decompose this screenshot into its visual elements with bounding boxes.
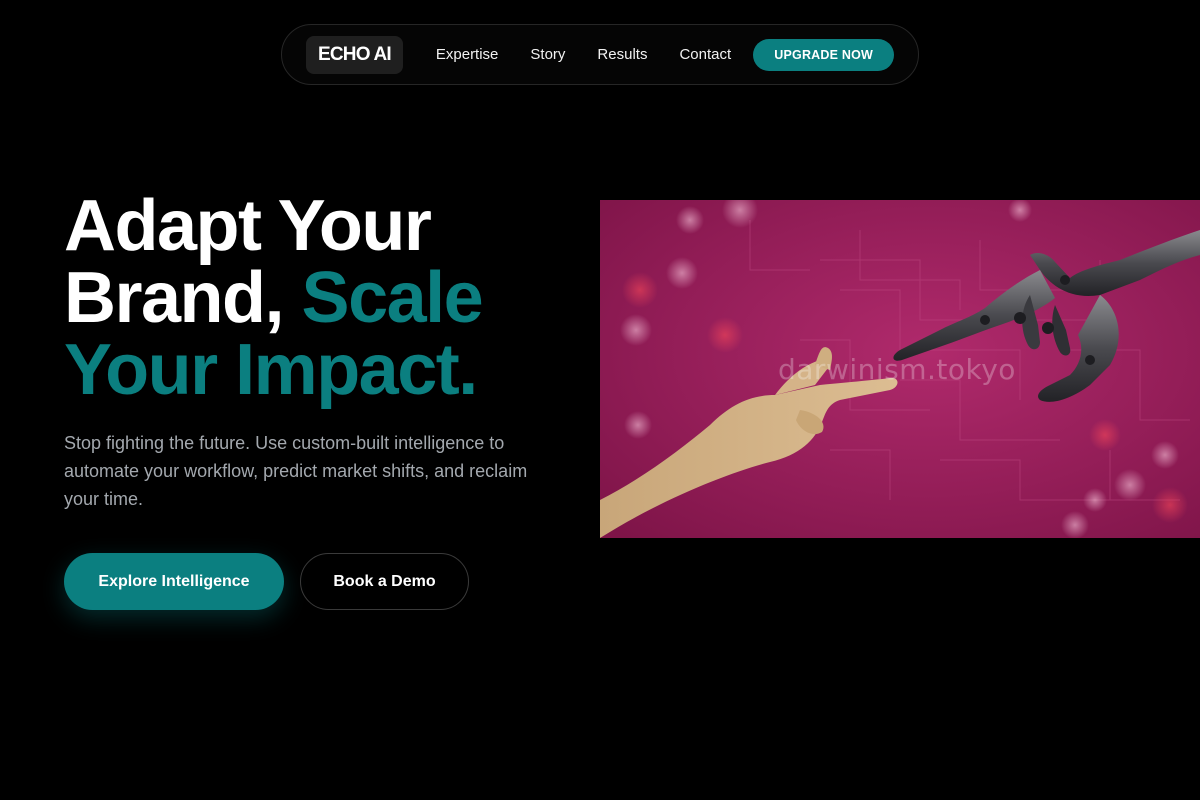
nav-link-story[interactable]: Story bbox=[530, 46, 565, 63]
hero-title-scale: Scale bbox=[301, 258, 484, 338]
nav-link-expertise[interactable]: Expertise bbox=[436, 46, 499, 63]
hero-title-line-3: Your Impact. bbox=[64, 330, 478, 410]
image-watermark: darwinism.tokyo bbox=[778, 353, 1016, 386]
hero-title-line-2: Brand, Scale bbox=[64, 262, 584, 334]
landing-page: ECHO AI Expertise Story Results Contact … bbox=[0, 0, 1200, 800]
nav-link-contact[interactable]: Contact bbox=[679, 46, 731, 63]
hero-title-brand: Brand, bbox=[64, 258, 285, 338]
book-demo-button[interactable]: Book a Demo bbox=[300, 553, 469, 610]
nav-links: Expertise Story Results Contact bbox=[436, 46, 731, 63]
top-navigation: ECHO AI Expertise Story Results Contact … bbox=[281, 24, 919, 85]
explore-intelligence-button[interactable]: Explore Intelligence bbox=[64, 553, 284, 610]
hero-subtitle: Stop fighting the future. Use custom-bui… bbox=[64, 433, 528, 509]
upgrade-now-button[interactable]: UPGRADE NOW bbox=[753, 38, 894, 71]
hero-title: Adapt Your Brand, Scale Your Impact. bbox=[64, 190, 584, 406]
logo[interactable]: ECHO AI bbox=[306, 35, 403, 74]
nav-link-results[interactable]: Results bbox=[597, 46, 647, 63]
hero-image: darwinism.tokyo bbox=[600, 200, 1200, 538]
hero-title-line-1: Adapt Your bbox=[64, 186, 432, 266]
